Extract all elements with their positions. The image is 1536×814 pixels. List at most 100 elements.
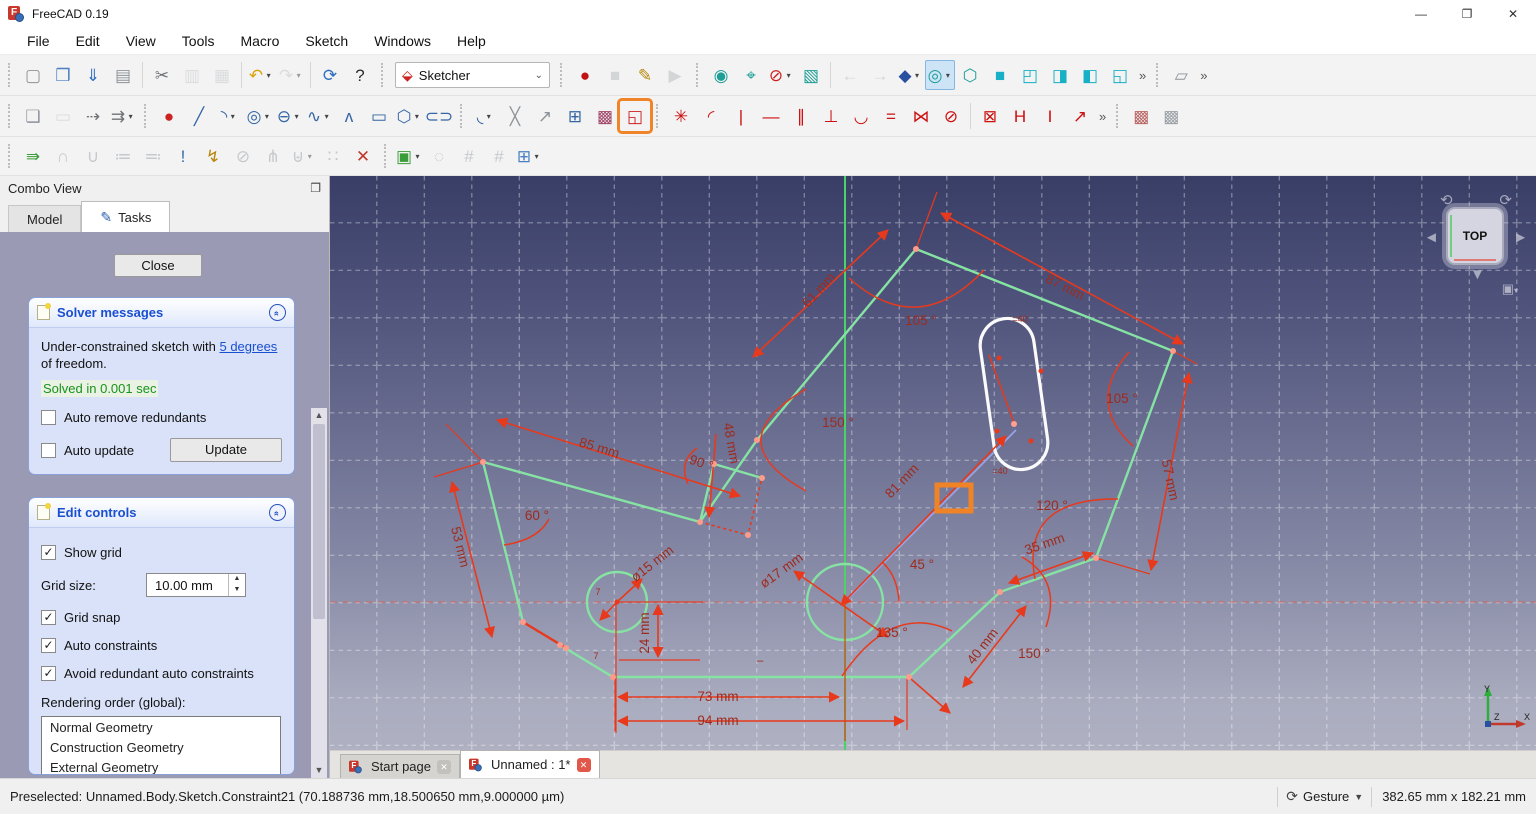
select-dof-button[interactable]: ⇛ [18,141,48,171]
avoid-redundant-checkbox[interactable]: ✓ [41,666,56,681]
constraint-perpendicular-button[interactable]: ⊥ [816,101,846,131]
create-circle-dropdown-icon[interactable]: ▾ [262,112,271,121]
3d-viewport[interactable]: 85 mm53 mm60 °90 °48 mm61 mm87 mm105 °10… [330,176,1536,778]
whats-this-button[interactable]: ? [345,60,375,90]
update-button[interactable]: Update [170,438,282,462]
validate-sketch-button[interactable]: ↯ [198,141,228,171]
tab-tasks[interactable]: ✎ Tasks [81,201,170,232]
collapse-edit-controls-button[interactable]: « [269,504,286,521]
create-slot-button[interactable]: ⊂⊃ [424,101,454,131]
create-bspline-dropdown-icon[interactable]: ▾ [322,112,331,121]
constraint-block-button[interactable]: ⊘ [936,101,966,131]
nav-forward-button[interactable]: → [865,60,895,90]
menu-macro[interactable]: Macro [229,30,290,52]
constraint-vertical-distance-button[interactable]: I [1035,101,1065,131]
show-hide-layer-1-button[interactable]: # [454,141,484,171]
rotate-right-icon[interactable]: ⟳ [1499,191,1512,209]
toolbar-handle[interactable] [384,144,389,168]
undo-dropdown-icon[interactable]: ▾ [264,71,273,80]
fit-selection-button[interactable]: ⌖ [736,60,766,90]
toolbar-handle[interactable] [144,104,149,128]
carbon-copy-button[interactable]: ▩ [590,101,620,131]
create-arc-dropdown-icon[interactable]: ▾ [228,112,237,121]
mdi-view-dropdown-icon[interactable]: ▾ [913,71,922,80]
dimension-label[interactable]: 7 [595,587,600,597]
copy-sketch-button[interactable]: ▩ [1126,101,1156,131]
select-associated-constraints-dropdown-icon[interactable]: ▾ [413,152,422,161]
create-fillet-button[interactable]: ◟▾ [470,101,500,131]
constraint-tangent-button[interactable]: ◡ [846,101,876,131]
constraint-vertical-button[interactable]: | [726,101,756,131]
rotate-left-icon[interactable]: ⟲ [1440,191,1453,209]
draw-style-button[interactable]: ⊘▾ [766,60,796,90]
create-rectangle-button[interactable]: ▭ [364,101,394,131]
macro-play-button[interactable]: ▶ [660,60,690,90]
view-top-button[interactable]: ◰ [1015,60,1045,90]
print-button[interactable]: ▤ [108,60,138,90]
view-sketch-button[interactable]: ▱ [1166,60,1196,90]
toolbar-overflow-icon[interactable]: » [1135,68,1150,83]
rendering-order-item[interactable]: Construction Geometry [42,737,280,757]
macro-record-button[interactable]: ● [570,60,600,90]
internal-geometry-button[interactable]: ⊘ [228,141,258,171]
toolbar-handle[interactable] [381,63,386,87]
toolbar-handle[interactable] [8,144,13,168]
create-fillet-dropdown-icon[interactable]: ▾ [484,112,493,121]
toolbar-handle[interactable] [560,63,565,87]
minimize-button[interactable]: — [1398,0,1444,28]
new-document-button[interactable]: ▢ [18,60,48,90]
select-constraints-button[interactable]: ≔ [108,141,138,171]
view-axonometric-button[interactable]: ⬡ [955,60,985,90]
draw-style-dropdown-icon[interactable]: ▾ [784,71,793,80]
make-link-group-button[interactable]: ⇉▾ [108,101,138,131]
view-bottom-button[interactable]: ◱ [1105,60,1135,90]
toolbar-handle[interactable] [1156,63,1161,87]
document-tab-inactive[interactable]: FStart page✕ [340,754,460,778]
menu-view[interactable]: View [115,30,167,52]
panel-float-icon[interactable]: ❐ [310,181,321,195]
macro-edit-button[interactable]: ✎ [630,60,660,90]
dimension-label[interactable]: 73 mm [697,689,738,704]
show-hide-layer-2-button[interactable]: # [484,141,514,171]
sync-view-dropdown-icon[interactable]: ▾ [943,71,952,80]
make-link-group-dropdown-icon[interactable]: ▾ [126,112,135,121]
create-part-button[interactable]: ❏ [18,101,48,131]
create-circle-button[interactable]: ◎▾ [244,101,274,131]
create-conic-button[interactable]: ⊖▾ [274,101,304,131]
dimension-label[interactable]: 150 ° [822,415,854,430]
nav-style-selector[interactable]: ⟳ Gesture ▼ [1286,788,1363,805]
create-conic-dropdown-icon[interactable]: ▾ [292,112,301,121]
remove-axes-alignment-button[interactable]: ✕ [348,141,378,171]
external-geometry-button[interactable]: ⊞ [560,101,590,131]
rectangular-array-button[interactable]: ∷ [318,141,348,171]
redo-dropdown-icon[interactable]: ▾ [294,71,303,80]
rendering-order-item[interactable]: Normal Geometry [42,717,280,737]
nav-back-button[interactable]: ← [835,60,865,90]
close-window-button[interactable]: ✕ [1490,0,1536,28]
open-document-button[interactable]: ❒ [48,60,78,90]
close-task-button[interactable]: Close [114,254,202,277]
switch-virtual-space-button[interactable]: ◌ [424,141,454,171]
constraint-horizontal-button[interactable]: — [756,101,786,131]
auto-constraints-checkbox[interactable]: ✓ [41,638,56,653]
close-shape-button[interactable]: ∩ [48,141,78,171]
toolbar-handle[interactable] [460,104,465,128]
refresh-button[interactable]: ⟳ [315,60,345,90]
auto-update-checkbox[interactable] [41,443,56,458]
view-front-button[interactable]: ■ [985,60,1015,90]
dimension-label[interactable]: 105 ° [1106,391,1138,406]
virtual-space-dropdown-icon[interactable]: ▾ [532,152,541,161]
clone-tool-dropdown-icon[interactable]: ▾ [305,152,314,161]
cut-button[interactable]: ✂ [147,60,177,90]
workbench-selector[interactable]: ⬙Sketcher⌄ [395,62,550,88]
extend-edge-button[interactable]: ↗ [530,101,560,131]
trim-edge-button[interactable]: ╳ [500,101,530,131]
copy-button[interactable]: ▥ [177,60,207,90]
show-hide-constraint-button[interactable]: ! [168,141,198,171]
create-group-button[interactable]: ▭ [48,101,78,131]
select-associated-constraints-button[interactable]: ▣▾ [394,141,424,171]
nav-menu-icon[interactable]: ▣▾ [1502,281,1518,297]
nav-down-icon[interactable]: ▼ [1470,266,1485,283]
select-elements-button[interactable]: ≕ [138,141,168,171]
menu-edit[interactable]: Edit [65,30,111,52]
